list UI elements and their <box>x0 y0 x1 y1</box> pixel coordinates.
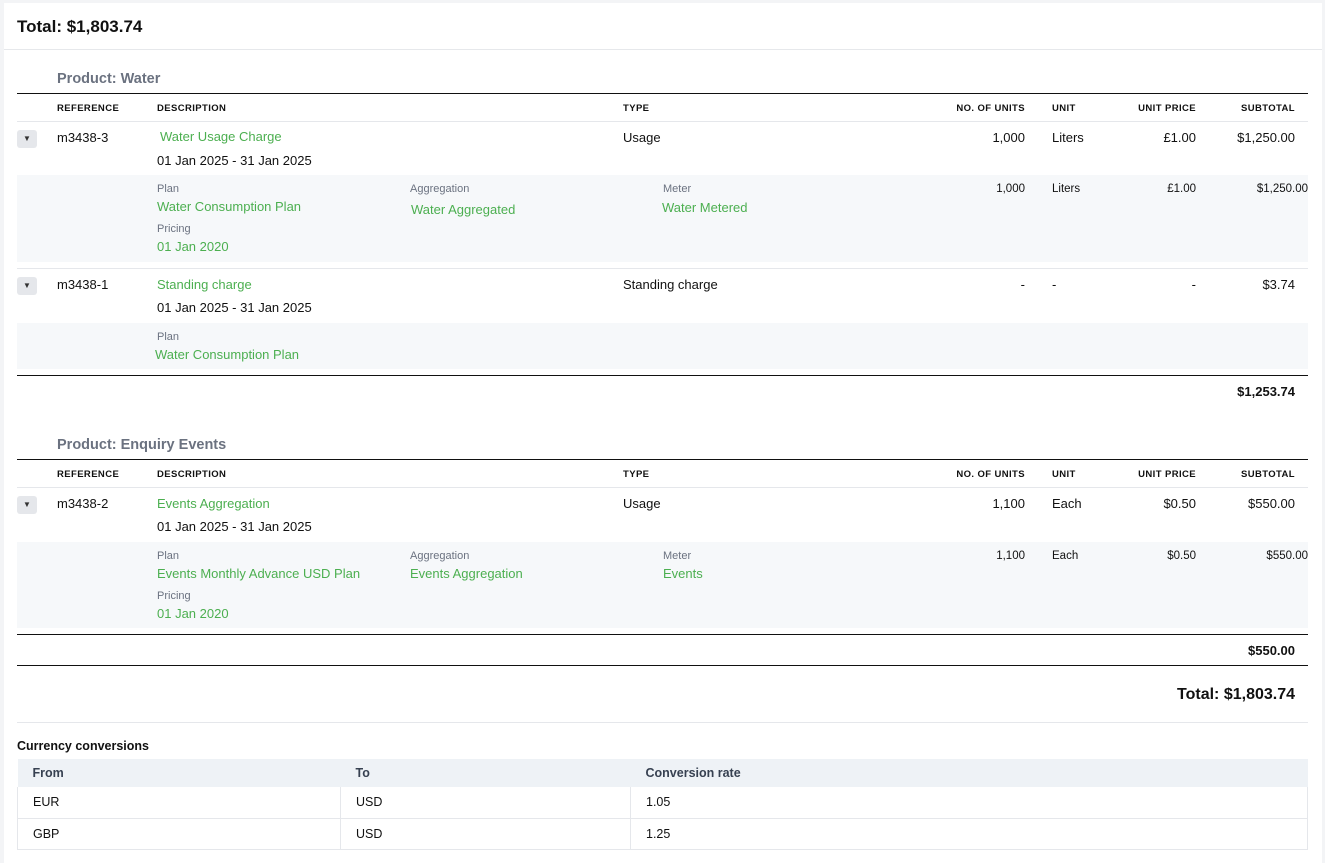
chevron-down-icon[interactable]: ▼ <box>17 277 37 295</box>
currency-rate: 1.05 <box>630 787 1308 819</box>
plan-label: Plan <box>157 183 180 195</box>
currency-from: GBP <box>17 818 341 850</box>
item-unit-price: £1.00 <box>1163 130 1196 145</box>
col-subtotal: SUBTOTAL <box>1240 103 1295 114</box>
meter-link[interactable]: Events <box>663 566 703 581</box>
item-period: 01 Jan 2025 - 31 Jan 2025 <box>157 519 312 534</box>
meter-link[interactable]: Water Metered <box>662 200 748 215</box>
plan-link[interactable]: Water Consumption Plan <box>157 199 301 214</box>
item-units: 1,000 <box>992 130 1025 145</box>
meter-label: Meter <box>663 183 692 195</box>
currency-rate: 1.25 <box>630 818 1308 850</box>
item-period: 01 Jan 2025 - 31 Jan 2025 <box>157 153 312 168</box>
divider <box>17 459 1308 460</box>
col-description: DESCRIPTION <box>157 469 227 480</box>
product-subtotal: $550.00 <box>1248 643 1295 658</box>
col-reference: REFERENCE <box>57 469 120 480</box>
col-unit-price: UNIT PRICE <box>1138 103 1196 114</box>
item-period: 01 Jan 2025 - 31 Jan 2025 <box>157 300 312 315</box>
divider <box>17 93 1308 94</box>
divider <box>17 722 1308 723</box>
plan-label: Plan <box>157 331 180 343</box>
item-type: Usage <box>623 130 661 145</box>
chevron-down-icon[interactable]: ▼ <box>17 496 37 514</box>
item-description-link[interactable]: Water Usage Charge <box>160 129 282 144</box>
plan-label: Plan <box>157 550 180 562</box>
aggregation-label: Aggregation <box>410 550 470 562</box>
currency-to: USD <box>340 787 631 819</box>
item-type: Usage <box>623 496 661 511</box>
product-subtotal: $1,253.74 <box>1237 384 1295 399</box>
col-units: NO. OF UNITS <box>956 103 1025 114</box>
currency-from: EUR <box>17 787 341 819</box>
chevron-down-icon[interactable]: ▼ <box>17 130 37 148</box>
currency-conversions-title: Currency conversions <box>17 739 149 753</box>
col-subtotal: SUBTOTAL <box>1240 469 1295 480</box>
col-unit: UNIT <box>1052 469 1076 480</box>
item-detail-panel: Plan Events Monthly Advance USD Plan Agg… <box>17 542 1308 628</box>
detail-unit: Liters <box>1052 183 1081 195</box>
currency-header-rate: Conversion rate <box>630 759 1308 787</box>
product-title-enquiry-events: Product: Enquiry Events <box>57 437 227 453</box>
item-reference: m3438-2 <box>57 496 109 511</box>
currency-header-from: From <box>17 759 341 787</box>
plan-link[interactable]: Events Monthly Advance USD Plan <box>157 566 360 581</box>
item-detail-panel: Plan Water Consumption Plan <box>17 323 1308 369</box>
currency-header-to: To <box>340 759 631 787</box>
col-unit: UNIT <box>1052 103 1076 114</box>
divider <box>17 665 1308 666</box>
divider <box>17 268 1308 269</box>
col-type: TYPE <box>623 103 650 114</box>
detail-subtotal: $1,250.00 <box>1256 183 1308 195</box>
divider <box>17 375 1308 376</box>
divider <box>17 121 1308 122</box>
col-unit-price: UNIT PRICE <box>1138 469 1196 480</box>
pricing-label: Pricing <box>157 223 191 235</box>
item-unit: - <box>1052 277 1057 292</box>
item-detail-panel: Plan Water Consumption Plan Aggregation … <box>17 175 1308 262</box>
pricing-link[interactable]: 01 Jan 2020 <box>157 606 229 621</box>
meter-label: Meter <box>663 550 692 562</box>
grand-total: Total: $1,803.74 <box>1177 686 1295 703</box>
divider <box>17 487 1308 488</box>
item-subtotal: $1,250.00 <box>1237 130 1295 145</box>
item-reference: m3438-3 <box>57 130 109 145</box>
item-unit-price: $0.50 <box>1163 496 1196 511</box>
item-description-link[interactable]: Standing charge <box>157 277 252 292</box>
col-units: NO. OF UNITS <box>956 469 1025 480</box>
detail-units: 1,000 <box>996 183 1025 195</box>
item-unit: Liters <box>1052 130 1084 145</box>
col-type: TYPE <box>623 469 650 480</box>
item-description-link[interactable]: Events Aggregation <box>157 496 270 511</box>
item-subtotal: $550.00 <box>1248 496 1295 511</box>
col-reference: REFERENCE <box>57 103 120 114</box>
item-units: 1,100 <box>992 496 1025 511</box>
product-title-water: Product: Water <box>57 71 161 87</box>
table-row: GBP USD 1.25 <box>17 818 1308 850</box>
pricing-label: Pricing <box>157 590 191 602</box>
item-reference: m3438-1 <box>57 277 109 292</box>
invoice-card: Total: $1,803.74 Product: Water REFERENC… <box>4 3 1322 863</box>
item-units: - <box>1020 277 1025 292</box>
plan-link[interactable]: Water Consumption Plan <box>155 347 299 362</box>
item-subtotal: $3.74 <box>1262 277 1295 292</box>
detail-unit: Each <box>1052 550 1079 562</box>
aggregation-link[interactable]: Water Aggregated <box>411 202 515 217</box>
currency-conversions-table: From To Conversion rate EUR USD 1.05 GBP… <box>17 759 1308 850</box>
item-unit: Each <box>1052 496 1082 511</box>
currency-to: USD <box>340 818 631 850</box>
aggregation-label: Aggregation <box>410 183 470 195</box>
item-type: Standing charge <box>623 277 718 292</box>
item-unit-price: - <box>1191 277 1196 292</box>
detail-unit-price: $0.50 <box>1167 550 1196 562</box>
table-row: EUR USD 1.05 <box>17 787 1308 819</box>
detail-units: 1,100 <box>996 550 1025 562</box>
col-description: DESCRIPTION <box>157 103 227 114</box>
divider <box>17 634 1308 635</box>
detail-subtotal: $550.00 <box>1266 550 1308 562</box>
invoice-header-total: Total: $1,803.74 <box>4 3 1322 50</box>
aggregation-link[interactable]: Events Aggregation <box>410 566 523 581</box>
detail-unit-price: £1.00 <box>1167 183 1196 195</box>
pricing-link[interactable]: 01 Jan 2020 <box>157 239 229 254</box>
